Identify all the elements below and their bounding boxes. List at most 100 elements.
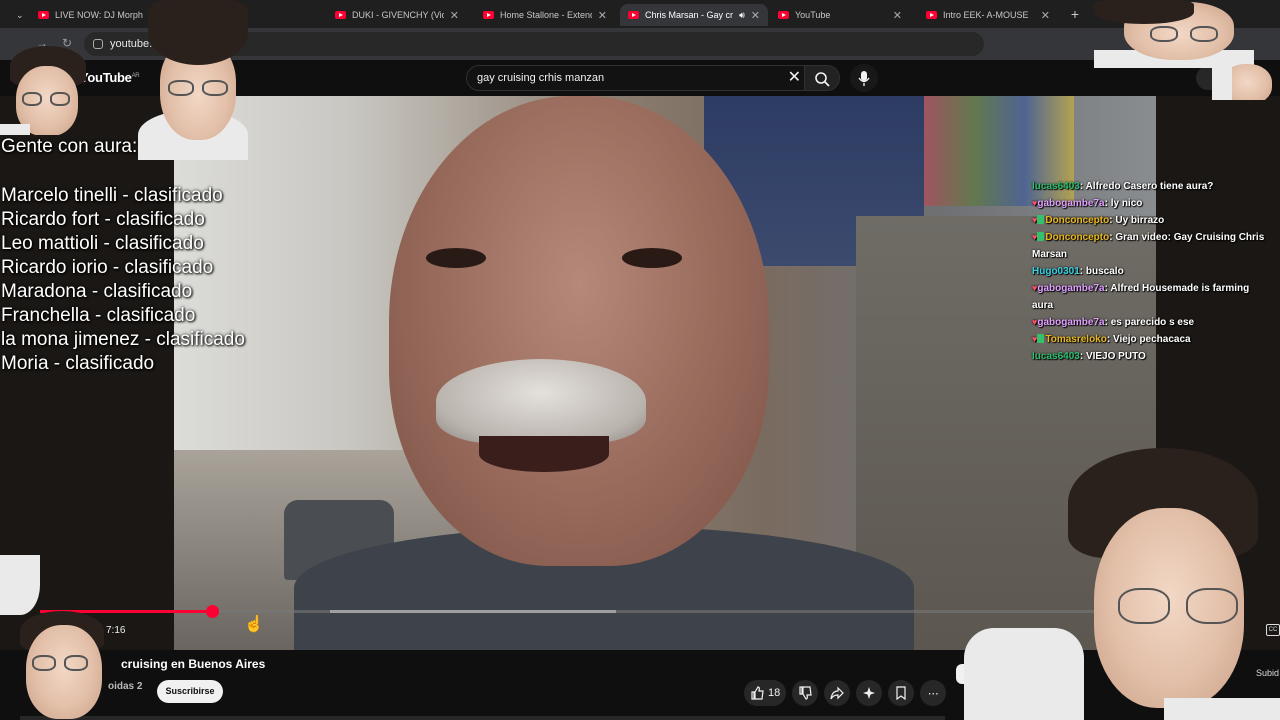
video-person-head (389, 96, 769, 566)
close-icon[interactable]: ✕ (450, 9, 459, 22)
webcam-face-overlay (1212, 60, 1280, 100)
sparkle-icon (863, 687, 876, 699)
tab-home-stallone[interactable]: Home Stallone - Extended ✕ (475, 4, 615, 26)
chat-message: ♥ Donconcepto: Gran video: Gay Cruising C… (1032, 229, 1272, 263)
aura-list-item: la mona jimenez - clasificado (1, 329, 245, 350)
youtube-favicon-icon (483, 11, 494, 19)
aura-list-item: Leo mattioli - clasificado (1, 233, 204, 254)
subscriber-badge-icon (1037, 232, 1045, 241)
ask-button[interactable] (856, 680, 883, 706)
subscriber-badge-icon (1037, 215, 1045, 224)
webcam-face-overlay (0, 555, 114, 720)
buffered-bar (330, 610, 617, 613)
tab-search-menu[interactable]: ⌄ (8, 4, 28, 26)
video-person-mouth (479, 436, 609, 472)
chat-message: lucas6403: Alfredo Casero tiene aura? (1032, 178, 1272, 195)
search-query: gay cruising crhis manzan (477, 72, 605, 84)
chat-text: VIEJO PUTO (1085, 351, 1146, 362)
chat-message: Hugo0301: buscalo (1032, 263, 1272, 280)
tab-duki-givenchy[interactable]: DUKI - GIVENCHY (Video ✕ (327, 4, 467, 26)
chat-separator: : (1104, 198, 1111, 209)
like-count: 18 (768, 687, 781, 699)
search-input[interactable]: gay cruising crhis manzan ✕ (466, 65, 806, 91)
speaker-icon[interactable]: 🔊︎ (739, 10, 745, 21)
chat-message: ♥gabogambe7a: Alfred Housemade is farmin… (1032, 280, 1272, 314)
more-actions-button[interactable]: ⋯ (920, 680, 947, 706)
chat-separator: : (1079, 266, 1086, 277)
close-icon[interactable]: ✕ (598, 9, 607, 22)
youtube-favicon-icon (628, 11, 639, 19)
voice-search-button[interactable] (850, 64, 878, 92)
chat-message: ♥ Donconcepto: Uy birrazo (1032, 212, 1272, 229)
save-button[interactable] (888, 680, 915, 706)
tab-youtube[interactable]: YouTube ✕ (770, 4, 910, 26)
aura-list-overlay: Gente con aura: Marcelo tinelli - clasif… (1, 136, 301, 376)
youtube-favicon-icon (38, 11, 49, 19)
bookmark-icon (896, 686, 906, 700)
chat-separator: : (1104, 317, 1111, 328)
youtube-favicon-icon (335, 11, 346, 19)
webcam-streamer-overlay (964, 448, 1280, 720)
chat-message: lucas6403: VIEJO PUTO (1032, 348, 1272, 365)
tab-label: Chris Marsan - Gay cru (645, 10, 734, 20)
new-tab-button[interactable]: + (1066, 5, 1084, 23)
chat-text: Viejo pechacaca (1112, 334, 1191, 345)
close-icon[interactable]: ✕ (751, 9, 760, 22)
stream-chat-overlay: lucas6403: Alfredo Casero tiene aura? ♥ga… (1032, 178, 1272, 365)
chat-text: buscalo (1085, 266, 1124, 277)
screen: ⌄ LIVE NOW: DJ Morph DUKI - GIVENCHY (Vi… (0, 0, 1280, 720)
microphone-icon (858, 71, 870, 86)
chat-message: ♥gabogambe7a: es parecido s ese (1032, 314, 1272, 331)
aura-list-item: Marcelo tinelli - clasificado (1, 185, 223, 206)
video-progress-bar[interactable] (40, 610, 1100, 613)
video-person-eye (622, 248, 682, 268)
webcam-face-overlay (138, 0, 258, 160)
chat-text: Uy birrazo (1115, 215, 1165, 226)
chat-username: lucas6403 (1032, 351, 1080, 362)
progress-scrubber-handle[interactable] (206, 605, 219, 618)
webcam-face-overlay (0, 40, 92, 135)
mouse-cursor-icon: ☝ (244, 616, 264, 633)
chat-message: ♥ Tomasreloko: Viejo pechacaca (1032, 331, 1272, 348)
chat-username: Hugo0301 (1032, 266, 1080, 277)
tab-chris-marsan[interactable]: Chris Marsan - Gay cru 🔊︎ ✕ (620, 4, 768, 26)
thumbs-up-icon (751, 686, 764, 700)
video-person-mustache (436, 359, 646, 444)
chat-username: gabogambe7a (1037, 198, 1105, 209)
aura-list-item: Moria - clasificado (1, 353, 155, 374)
aura-list-item: Franchella - clasificado (1, 305, 196, 326)
subscribe-button[interactable]: Suscribirse (157, 680, 223, 703)
site-info-icon[interactable] (93, 39, 103, 49)
chat-message: ♥gabogambe7a: ly nico (1032, 195, 1272, 212)
chat-username: Donconcepto (1045, 215, 1110, 226)
chat-separator: : (1079, 181, 1086, 192)
video-actions: 18 ⋯ (744, 680, 947, 706)
tab-intro-eek[interactable]: Intro EEK- A-MOUSE ✕ (918, 4, 1058, 26)
chat-username: Donconcepto (1045, 232, 1110, 243)
youtube-favicon-icon (778, 11, 789, 19)
aura-list-item: Ricardo fort - clasificado (1, 209, 205, 230)
tab-label: DUKI - GIVENCHY (Video (352, 10, 444, 20)
like-button[interactable]: 18 (744, 680, 787, 706)
chat-text: Alfredo Casero tiene aura? (1085, 181, 1214, 192)
share-icon (830, 686, 845, 700)
webcam-face-overlay (1094, 0, 1254, 68)
chat-username: lucas6403 (1032, 181, 1080, 192)
video-person-eye (426, 248, 486, 268)
thumbs-down-icon (799, 686, 812, 700)
share-button[interactable] (824, 680, 851, 706)
dislike-button[interactable] (792, 680, 819, 706)
tab-label: Intro EEK- A-MOUSE (943, 10, 1029, 20)
chat-username: gabogambe7a (1037, 283, 1105, 294)
clear-search-icon[interactable]: ✕ (788, 66, 801, 90)
video-title: cruising en Buenos Aires (121, 657, 266, 671)
close-icon[interactable]: ✕ (893, 9, 902, 22)
chat-username: Tomasreloko (1045, 334, 1107, 345)
aura-list-item: Ricardo iorio - clasificado (1, 257, 214, 278)
youtube-favicon-icon (926, 11, 937, 19)
tab-label: YouTube (795, 10, 831, 20)
more-icon: ⋯ (927, 687, 939, 700)
search-button[interactable] (804, 65, 840, 91)
subscriber-badge-icon (1037, 334, 1045, 343)
close-icon[interactable]: ✕ (1041, 9, 1050, 22)
